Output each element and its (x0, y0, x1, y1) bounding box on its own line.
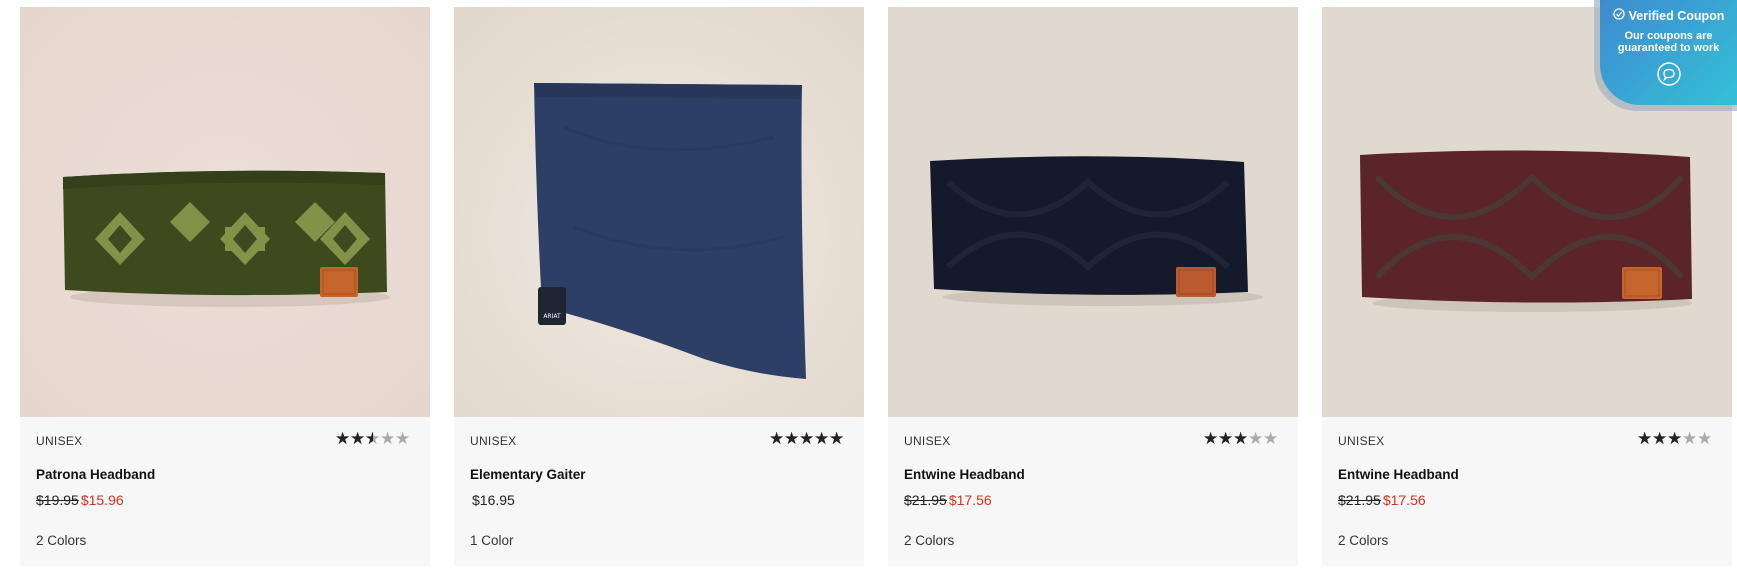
product-card[interactable]: UNISEX ★★★★★★★★★★ Patrona Headband $19.9… (20, 7, 430, 566)
rating-stars: ★★★★★★★★★★ (769, 430, 844, 448)
rating-stars: ★★★★★★★★★★ (1203, 430, 1278, 448)
product-price: $21.95 $17.56 (1338, 492, 1426, 508)
product-image[interactable] (20, 7, 430, 417)
price-original: $21.95 (904, 492, 947, 508)
star-icon: ★★ (350, 429, 366, 448)
star-icon: ★★ (829, 429, 845, 448)
product-card[interactable]: UNISEX ★★★★★★★★★★ Entwine Headband $21.9… (888, 7, 1298, 566)
rating-stars: ★★★★★★★★★★ (335, 430, 410, 448)
star-icon: ★★ (380, 429, 396, 448)
star-icon: ★★ (1218, 429, 1234, 448)
rating-stars: ★★★★★★★★★★ (1637, 430, 1712, 448)
star-icon: ★★ (769, 429, 785, 448)
star-icon: ★★ (1667, 429, 1683, 448)
product-gender: UNISEX (470, 434, 517, 448)
product-name[interactable]: Elementary Gaiter (470, 467, 586, 482)
check-circle-icon (1612, 8, 1625, 23)
product-colors[interactable]: 2 Colors (36, 533, 86, 548)
star-icon: ★★ (1248, 429, 1264, 448)
product-gender: UNISEX (36, 434, 83, 448)
star-icon: ★★ (1637, 429, 1653, 448)
product-name[interactable]: Entwine Headband (1338, 467, 1459, 482)
product-gender: UNISEX (1338, 434, 1385, 448)
chat-icon[interactable] (1656, 62, 1681, 86)
product-price: $21.95 $17.56 (904, 492, 992, 508)
product-gender: UNISEX (904, 434, 951, 448)
product-name[interactable]: Patrona Headband (36, 467, 155, 482)
svg-text:ARIAT: ARIAT (543, 313, 561, 320)
coupon-text: Our coupons are guaranteed to work (1617, 30, 1720, 54)
product-name[interactable]: Entwine Headband (904, 467, 1025, 482)
product-colors[interactable]: 1 Color (470, 533, 514, 548)
price-regular: $16.95 (472, 492, 515, 508)
star-icon: ★★ (814, 429, 830, 448)
star-icon: ★★ (335, 429, 351, 448)
star-icon: ★★ (1697, 429, 1713, 448)
star-icon: ★★ (1682, 429, 1698, 448)
price-sale: $17.56 (948, 492, 992, 508)
star-icon: ★★ (395, 429, 411, 448)
product-grid: UNISEX ★★★★★★★★★★ Patrona Headband $19.9… (20, 7, 1732, 566)
star-icon: ★★ (1233, 429, 1249, 448)
product-price: $19.95 $15.96 (36, 492, 124, 508)
product-colors[interactable]: 2 Colors (904, 533, 954, 548)
star-icon: ★★ (784, 429, 800, 448)
coupon-title: Verified Coupon (1628, 8, 1725, 23)
star-icon: ★★ (1652, 429, 1668, 448)
star-icon: ★★ (1263, 429, 1279, 448)
price-sale: $17.56 (1382, 492, 1426, 508)
product-price: $16.95 (470, 492, 515, 508)
product-card[interactable]: ARIAT UNISEX ★ ★ ★ ★ ★ ★ ★ ★ ★ ★ Elementary Gaite… (454, 7, 864, 566)
coupon-title-row: Verified Coupon (1600, 8, 1737, 23)
star-icon: ★★ (799, 429, 815, 448)
verified-coupon-widget[interactable]: Verified Coupon Our coupons are guarante… (1600, 0, 1737, 105)
price-original: $19.95 (36, 492, 79, 508)
product-image[interactable] (888, 7, 1298, 417)
price-sale: $15.96 (80, 492, 124, 508)
star-icon: ★★ (365, 429, 381, 448)
star-icon: ★★ (1203, 429, 1219, 448)
price-original: $21.95 (1338, 492, 1381, 508)
product-colors[interactable]: 2 Colors (1338, 533, 1388, 548)
product-image[interactable]: ARIAT (454, 7, 864, 417)
